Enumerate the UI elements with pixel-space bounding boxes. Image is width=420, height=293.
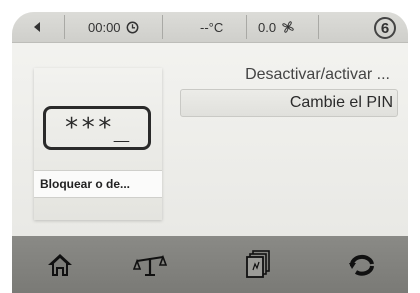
fan-value-text: 0.0 [258,19,277,35]
status-divider [162,15,163,39]
balance-button[interactable] [130,248,170,282]
tile-label: Bloquear o de... [34,170,162,198]
menu-item-change-pin[interactable]: Cambie el PIN [180,89,398,117]
status-bar: 00:00 --°C 0.0 6 [12,12,408,43]
menu-item-toggle[interactable]: Desactivar/activar ... [170,62,394,88]
status-divider [64,15,65,39]
pin-icon: ***_ [43,106,151,150]
balance-icon [133,254,167,276]
home-button[interactable] [40,248,80,282]
status-divider [318,15,319,39]
status-divider [246,15,247,39]
page-number-badge: 6 [374,17,396,39]
replay-icon [349,255,374,276]
bottom-nav-bar [12,236,408,293]
home-icon [48,254,72,276]
pages-button[interactable] [238,248,278,282]
lock-device-tile[interactable]: ***_ Bloquear o de... [34,68,162,220]
temperature-display: --°C [200,12,223,42]
temperature-text: --°C [200,19,224,35]
time-text: 00:00 [88,19,121,35]
replay-button[interactable] [342,248,382,282]
fan-display: 0.0 [258,12,295,42]
clock-icon [126,21,138,33]
pages-icon [246,250,270,278]
clock-display: 00:00 [88,12,139,42]
back-arrow-icon [34,22,40,32]
fan-icon [282,21,294,33]
back-arrow-button[interactable] [32,12,42,42]
device-screen: 00:00 --°C 0.0 6 ***_ Bloquear o de... D… [12,12,408,293]
